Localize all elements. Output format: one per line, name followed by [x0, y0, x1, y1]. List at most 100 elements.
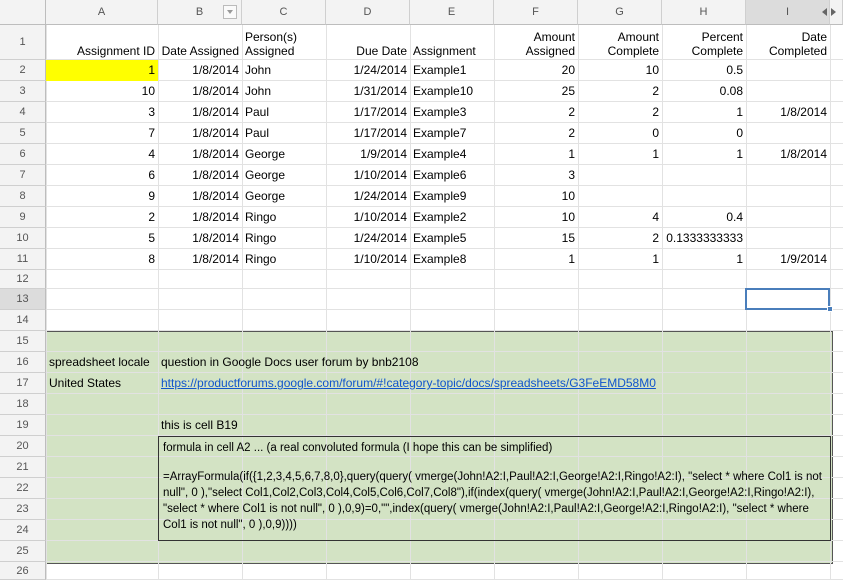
row-header-18[interactable]: 18 — [0, 394, 46, 415]
cell-e2[interactable]: Example1 — [410, 60, 494, 81]
cell-d8[interactable]: 1/24/2014 — [326, 186, 410, 207]
cell-e7[interactable]: Example6 — [410, 165, 494, 186]
cell-c4[interactable]: Paul — [242, 102, 326, 123]
cell-b7[interactable]: 1/8/2014 — [158, 165, 242, 186]
cell-c7[interactable]: George — [242, 165, 326, 186]
cell-b3[interactable]: 1/8/2014 — [158, 81, 242, 102]
cell-b2[interactable]: 1/8/2014 — [158, 60, 242, 81]
locale-value-cell[interactable]: United States — [46, 373, 158, 394]
column-scroll-arrows-icon[interactable] — [818, 6, 840, 18]
column-header-e[interactable]: E — [410, 0, 494, 25]
cell-g7[interactable] — [578, 165, 662, 186]
cell-c3[interactable]: John — [242, 81, 326, 102]
cell-i10[interactable] — [746, 228, 830, 249]
row-header-22[interactable]: 22 — [0, 478, 46, 499]
cell-h5[interactable]: 0 — [662, 123, 746, 144]
column-header-a[interactable]: A — [46, 0, 158, 25]
cell-a3[interactable]: 10 — [46, 81, 158, 102]
cell-g5[interactable]: 0 — [578, 123, 662, 144]
cell-a9[interactable]: 2 — [46, 207, 158, 228]
cell-d9[interactable]: 1/10/2014 — [326, 207, 410, 228]
cell-h10[interactable]: 0.1333333333 — [662, 228, 746, 249]
cell-b11[interactable]: 1/8/2014 — [158, 249, 242, 270]
cell-d4[interactable]: 1/17/2014 — [326, 102, 410, 123]
row-header-26[interactable]: 26 — [0, 562, 46, 580]
cell-a2[interactable]: 1 — [46, 60, 158, 81]
filter-dropdown-icon[interactable] — [223, 5, 237, 19]
cell-b4[interactable]: 1/8/2014 — [158, 102, 242, 123]
row-header-4[interactable]: 4 — [0, 102, 46, 123]
cell-g2[interactable]: 10 — [578, 60, 662, 81]
cell-c6[interactable]: George — [242, 144, 326, 165]
cell-g6[interactable]: 1 — [578, 144, 662, 165]
cell-e6[interactable]: Example4 — [410, 144, 494, 165]
cell-e10[interactable]: Example5 — [410, 228, 494, 249]
cell-f5[interactable]: 2 — [494, 123, 578, 144]
row-header-2[interactable]: 2 — [0, 60, 46, 81]
row-header-21[interactable]: 21 — [0, 457, 46, 478]
row-header-17[interactable]: 17 — [0, 373, 46, 394]
cell-b19[interactable]: this is cell B19 — [158, 415, 758, 436]
header-cell-c[interactable]: Person(s) Assigned — [242, 25, 326, 60]
cell-h2[interactable]: 0.5 — [662, 60, 746, 81]
column-header-d[interactable]: D — [326, 0, 410, 25]
cell-e4[interactable]: Example3 — [410, 102, 494, 123]
cell-b5[interactable]: 1/8/2014 — [158, 123, 242, 144]
cell-g8[interactable] — [578, 186, 662, 207]
cell-c10[interactable]: Ringo — [242, 228, 326, 249]
row-header-9[interactable]: 9 — [0, 207, 46, 228]
cell-e9[interactable]: Example2 — [410, 207, 494, 228]
question-cell[interactable]: question in Google Docs user forum by bn… — [158, 352, 758, 373]
cell-f8[interactable]: 10 — [494, 186, 578, 207]
row-header-5[interactable]: 5 — [0, 123, 46, 144]
cell-d5[interactable]: 1/17/2014 — [326, 123, 410, 144]
row-header-3[interactable]: 3 — [0, 81, 46, 102]
cell-d7[interactable]: 1/10/2014 — [326, 165, 410, 186]
cell-b10[interactable]: 1/8/2014 — [158, 228, 242, 249]
cell-g4[interactable]: 2 — [578, 102, 662, 123]
cell-g10[interactable]: 2 — [578, 228, 662, 249]
forum-link[interactable]: https://productforums.google.com/forum/#… — [158, 373, 758, 394]
cell-f2[interactable]: 20 — [494, 60, 578, 81]
cell-a8[interactable]: 9 — [46, 186, 158, 207]
cell-f7[interactable]: 3 — [494, 165, 578, 186]
cell-h6[interactable]: 1 — [662, 144, 746, 165]
cell-i7[interactable] — [746, 165, 830, 186]
cell-e5[interactable]: Example7 — [410, 123, 494, 144]
selected-cell-i13[interactable] — [745, 288, 830, 310]
row-header-15[interactable]: 15 — [0, 331, 46, 352]
cell-c11[interactable]: Ringo — [242, 249, 326, 270]
cell-i11[interactable]: 1/9/2014 — [746, 249, 830, 270]
select-all-corner[interactable] — [0, 0, 46, 25]
formula-text[interactable]: =ArrayFormula(if({1,2,3,4,5,6,7,8,0},que… — [159, 467, 829, 543]
cell-a7[interactable]: 6 — [46, 165, 158, 186]
header-cell-g[interactable]: Amount Complete — [578, 25, 662, 60]
cell-i8[interactable] — [746, 186, 830, 207]
cell-i6[interactable]: 1/8/2014 — [746, 144, 830, 165]
cell-e3[interactable]: Example10 — [410, 81, 494, 102]
header-cell-i[interactable]: Date Completed — [746, 25, 830, 60]
cell-e11[interactable]: Example8 — [410, 249, 494, 270]
cell-h9[interactable]: 0.4 — [662, 207, 746, 228]
row-header-25[interactable]: 25 — [0, 541, 46, 562]
cell-i3[interactable] — [746, 81, 830, 102]
cell-g9[interactable]: 4 — [578, 207, 662, 228]
cell-c8[interactable]: George — [242, 186, 326, 207]
locale-label-cell[interactable]: spreadsheet locale — [46, 352, 158, 373]
cell-a6[interactable]: 4 — [46, 144, 158, 165]
row-header-12[interactable]: 12 — [0, 270, 46, 289]
cell-c5[interactable]: Paul — [242, 123, 326, 144]
column-header-c[interactable]: C — [242, 0, 326, 25]
cell-f6[interactable]: 1 — [494, 144, 578, 165]
header-cell-a[interactable]: Assignment ID — [46, 25, 158, 60]
cell-c9[interactable]: Ringo — [242, 207, 326, 228]
cell-h4[interactable]: 1 — [662, 102, 746, 123]
cell-b6[interactable]: 1/8/2014 — [158, 144, 242, 165]
header-cell-f[interactable]: Amount Assigned — [494, 25, 578, 60]
cell-a10[interactable]: 5 — [46, 228, 158, 249]
row-header-20[interactable]: 20 — [0, 436, 46, 457]
cell-d11[interactable]: 1/10/2014 — [326, 249, 410, 270]
cell-d2[interactable]: 1/24/2014 — [326, 60, 410, 81]
cell-a4[interactable]: 3 — [46, 102, 158, 123]
row-header-10[interactable]: 10 — [0, 228, 46, 249]
